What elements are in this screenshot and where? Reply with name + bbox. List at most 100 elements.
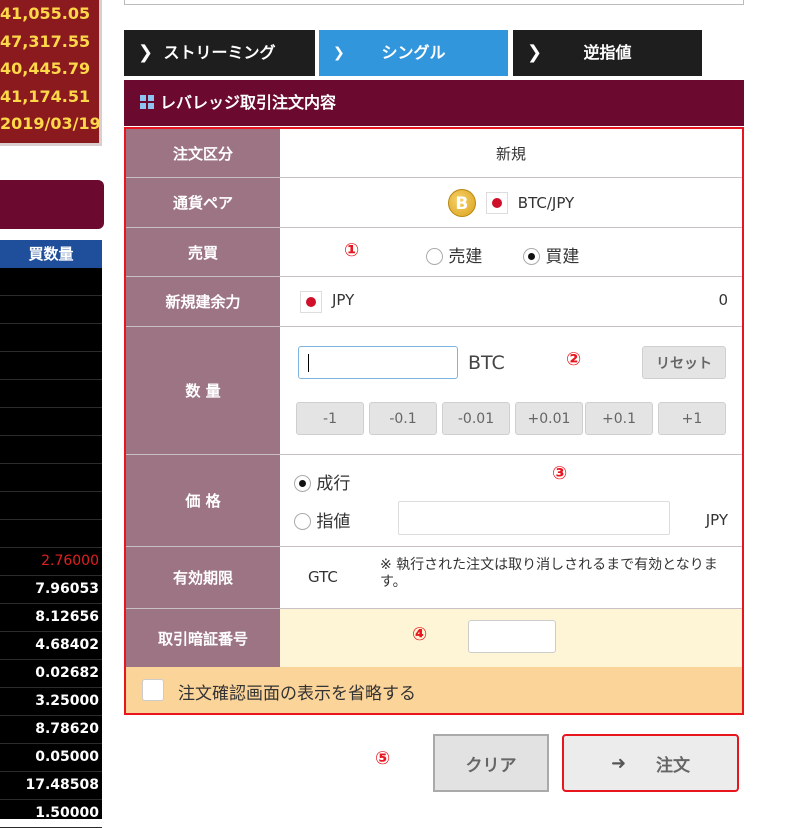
- tab-label: シングル: [381, 43, 446, 62]
- orderbook-row: [0, 324, 102, 352]
- left-panel-tab[interactable]: [0, 180, 104, 229]
- orderbook-row: 0.02682: [0, 660, 102, 688]
- step-button[interactable]: -1: [296, 402, 364, 435]
- japan-flag-icon: [485, 191, 508, 214]
- order-type-row: 注文区分 新規: [126, 129, 742, 178]
- price-limit-option[interactable]: 指値: [294, 507, 350, 532]
- orderbook-row: 8.12656: [0, 604, 102, 632]
- orderbook-row: [0, 268, 102, 296]
- form-title: レバレッジ取引注文内容: [124, 80, 744, 126]
- expiry-row: 有効期限 GTC ※ 執行された注文は取り消しされるまで有効となります。: [126, 547, 742, 609]
- marker-4: ④: [412, 624, 428, 645]
- step-button[interactable]: -0.1: [369, 402, 437, 435]
- limit-price-input[interactable]: [398, 501, 670, 535]
- expiry-label: 有効期限: [126, 547, 280, 608]
- side-label: 売買: [126, 228, 280, 276]
- skip-confirm-row[interactable]: 注文確認画面の表示を省略する: [126, 667, 742, 713]
- skip-confirm-label: 注文確認画面の表示を省略する: [178, 684, 416, 704]
- price-date: 2019/03/19: [0, 114, 99, 133]
- quantity-label: 数 量: [126, 327, 280, 454]
- orderbook-row: [0, 380, 102, 408]
- arrow-right-icon: ➜: [610, 752, 627, 774]
- expiry-value: GTC: [308, 568, 338, 586]
- reset-button[interactable]: リセット: [642, 346, 726, 379]
- orderbook-row: [0, 492, 102, 520]
- chevron-right-icon: ❯: [138, 42, 154, 63]
- bitcoin-icon: B: [447, 188, 476, 217]
- clear-button[interactable]: クリア: [433, 734, 549, 792]
- step-button[interactable]: -0.01: [442, 402, 510, 435]
- radio-market[interactable]: [294, 475, 311, 492]
- price-value: 47,317.55: [0, 31, 91, 51]
- side-sell-option[interactable]: 売建: [426, 242, 482, 267]
- tab-single[interactable]: ❯ シングル: [319, 30, 508, 76]
- chevron-down-icon: ❯: [333, 45, 345, 61]
- pin-input[interactable]: [468, 620, 556, 653]
- order-button[interactable]: ➜ 注文: [562, 734, 739, 792]
- order-type-label: 注文区分: [126, 129, 280, 177]
- quantity-row: 数 量 BTC ② リセット -1 -0.1 -0.01 +0.01 +0.1 …: [126, 327, 742, 455]
- expiry-note: ※ 執行された注文は取り消しされるまで有効となります。: [380, 557, 718, 590]
- japan-flag-icon: [300, 291, 322, 313]
- side-buy-label: 買建: [545, 247, 580, 267]
- form-title-text: レバレッジ取引注文内容: [160, 93, 337, 112]
- orderbook-row: 7.96053: [0, 576, 102, 604]
- orderbook-row: 1.50000: [0, 800, 102, 828]
- quantity-unit: BTC: [468, 352, 505, 374]
- orderbook-row: 0.05000: [0, 744, 102, 772]
- currency-pair-value: BTC/JPY: [517, 193, 575, 212]
- orderbook-row: [0, 520, 102, 548]
- quantity-input[interactable]: [298, 346, 458, 379]
- marker-2: ②: [566, 349, 582, 370]
- side-sell-label: 売建: [448, 247, 483, 267]
- orderbook-row: [0, 408, 102, 436]
- orderbook-row: 4.68402: [0, 632, 102, 660]
- orderbook-row: [0, 464, 102, 492]
- step-button[interactable]: +1: [658, 402, 726, 435]
- step-button[interactable]: +0.1: [585, 402, 653, 435]
- orderbook-row: [0, 296, 102, 324]
- marker-5: ⑤: [375, 748, 391, 769]
- radio-limit[interactable]: [294, 513, 311, 530]
- tab-stop-order[interactable]: ❯ 逆指値: [513, 30, 702, 76]
- price-market-option[interactable]: 成行: [294, 469, 350, 494]
- price-value: 40,445.79: [0, 59, 91, 78]
- pin-row: 取引暗証番号 ④: [126, 609, 742, 667]
- side-row: 売買 ① 売建 買建: [126, 228, 742, 277]
- price-value: 41,174.51: [0, 86, 91, 106]
- price-market-label: 成行: [316, 474, 351, 494]
- price-row: 価 格 ③ 成行 指値 JPY: [126, 455, 742, 547]
- currency-pair-label: 通貨ペア: [126, 178, 280, 227]
- orderbook-row: 8.78620: [0, 716, 102, 744]
- chevron-right-icon: ❯: [527, 42, 543, 63]
- side-buy-option[interactable]: 買建: [523, 242, 579, 267]
- orderbook-row: [0, 352, 102, 380]
- radio-sell[interactable]: [426, 248, 443, 265]
- orderbook-panel: 買数量 2.76000 7.96053 8.12656 4.68402 0.02682 3…: [0, 240, 102, 828]
- margin-label: 新規建余力: [126, 277, 280, 326]
- tab-label: ストリーミング: [163, 43, 276, 62]
- price-unit: JPY: [705, 511, 728, 529]
- margin-row: 新規建余力 JPY 0: [126, 277, 742, 327]
- price-limit-label: 指値: [316, 512, 351, 532]
- price-label: 価 格: [126, 455, 280, 546]
- bid-quantity-header: 買数量: [0, 240, 102, 268]
- tab-label: 逆指値: [583, 43, 632, 62]
- margin-value: 0: [718, 291, 728, 309]
- top-frame: [124, 0, 744, 5]
- order-form: 注文区分 新規 通貨ペア B BTC/JPY 売買 ① 売建 買建 新規建余力 …: [124, 127, 744, 715]
- order-type-value: 新規: [495, 144, 526, 163]
- pin-label: 取引暗証番号: [126, 609, 280, 667]
- radio-buy[interactable]: [523, 248, 540, 265]
- skip-confirm-checkbox[interactable]: [142, 679, 164, 701]
- orderbook-row: 17.48508: [0, 772, 102, 800]
- orderbook-row: 3.25000: [0, 688, 102, 716]
- orderbook-row: 2.76000: [0, 548, 102, 576]
- marker-1: ①: [344, 240, 360, 261]
- order-button-label: 注文: [656, 755, 691, 776]
- currency-pair-row: 通貨ペア B BTC/JPY: [126, 178, 742, 228]
- marker-3: ③: [552, 463, 568, 484]
- step-button[interactable]: +0.01: [515, 402, 583, 435]
- price-value: 41,055.05: [0, 4, 91, 23]
- tab-streaming[interactable]: ❯ ストリーミング: [124, 30, 315, 76]
